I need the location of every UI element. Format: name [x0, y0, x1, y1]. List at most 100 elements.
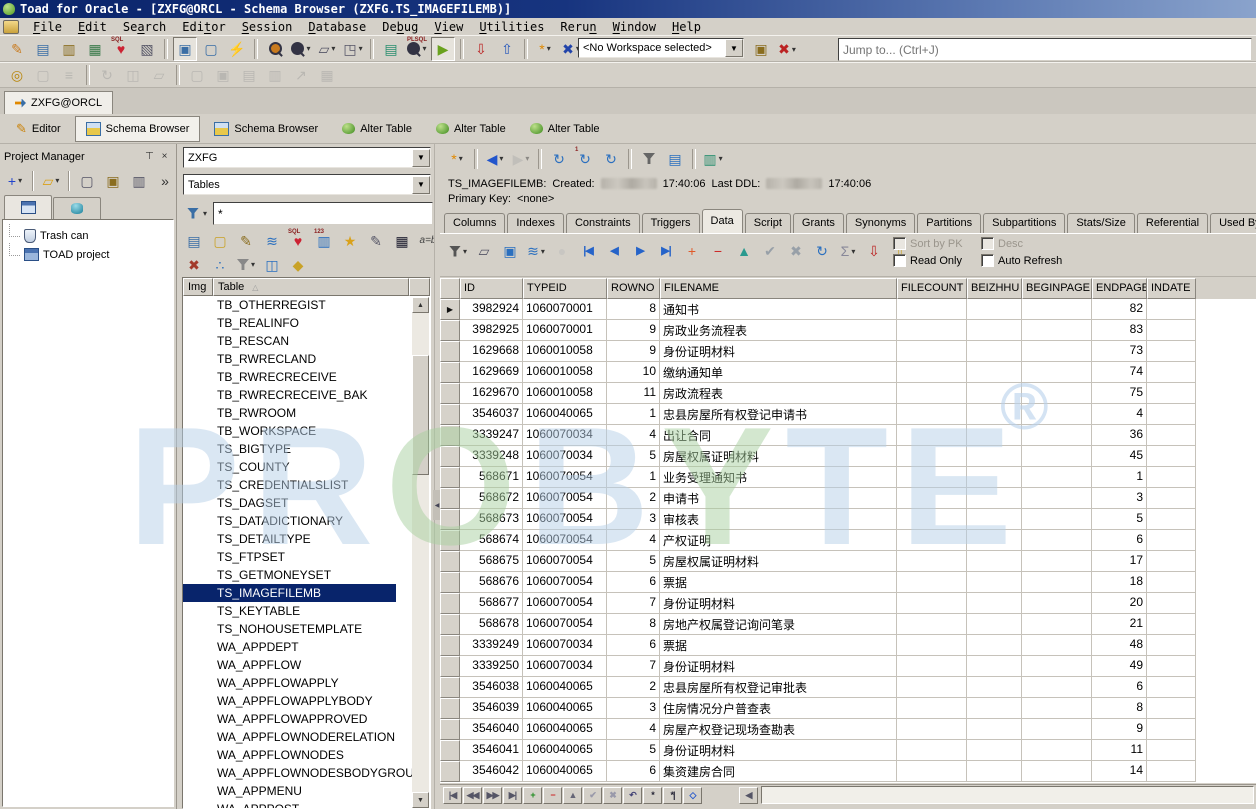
- row-marker-cell[interactable]: [440, 635, 460, 656]
- grid-cell-rowno[interactable]: 5: [607, 551, 660, 572]
- row-marker-cell[interactable]: [440, 719, 460, 740]
- row-marker-cell[interactable]: [440, 320, 460, 341]
- truncate-table-icon[interactable]: ✖: [182, 253, 206, 277]
- grid-cell-endpage[interactable]: 9: [1092, 719, 1147, 740]
- object-search-icon[interactable]: ▾: [289, 37, 313, 61]
- tab-data[interactable]: Data: [702, 209, 743, 233]
- more-buttons-chevron[interactable]: »: [153, 169, 177, 193]
- tab-used-by[interactable]: Used By: [1210, 213, 1256, 233]
- menu-item-edit[interactable]: Edit: [70, 19, 115, 35]
- list-item-tb_realinfo[interactable]: TB_REALINFO: [183, 314, 430, 332]
- grid-cell-indate[interactable]: [1147, 341, 1196, 362]
- list-item-ts_ftpset[interactable]: TS_FTPSET: [183, 548, 430, 566]
- row-marker-cell[interactable]: [440, 698, 460, 719]
- table-row[interactable]: 354604210600400656集资建房合同14: [440, 761, 1256, 782]
- rename-object-icon[interactable]: ✎: [364, 229, 388, 253]
- grid-cell-filename[interactable]: 出让合同: [660, 425, 897, 446]
- grid-cell-indate[interactable]: [1147, 719, 1196, 740]
- list-item-ts_keytable[interactable]: TS_KEYTABLE: [183, 602, 430, 620]
- grid-cell-rowno[interactable]: 3: [607, 698, 660, 719]
- grid-cell-filename[interactable]: 住房情况分户普查表: [660, 698, 897, 719]
- grid-cell-beginpage[interactable]: [1022, 761, 1092, 782]
- list-item-ts_dagset[interactable]: TS_DAGSET: [183, 494, 430, 512]
- grid-cell-endpage[interactable]: 74: [1092, 362, 1147, 383]
- grid-cell-rowno[interactable]: 6: [607, 761, 660, 782]
- grid-cell-filename[interactable]: 票据: [660, 572, 897, 593]
- row-marker-cell[interactable]: [440, 761, 460, 782]
- schema-combobox[interactable]: ZXFG ▼: [183, 147, 431, 168]
- connection-tab-zxfg[interactable]: ZXFG@ORCL: [4, 91, 113, 114]
- grid-cell-id[interactable]: 3982924: [460, 299, 523, 320]
- back-icon[interactable]: ◀▾: [483, 147, 507, 171]
- workspace-combobox[interactable]: <No Workspace selected> ▼: [578, 38, 744, 58]
- grid-cell-filename[interactable]: 忠县房屋所有权登记审批表: [660, 677, 897, 698]
- grid-cell-filename[interactable]: 集资建房合同: [660, 761, 897, 782]
- schema-browser-icon[interactable]: ▤: [31, 37, 55, 61]
- list-item-ts_bigtype[interactable]: TS_BIGTYPE: [183, 440, 430, 458]
- grid-cell-id[interactable]: 568674: [460, 530, 523, 551]
- row-marker-cell[interactable]: [440, 467, 460, 488]
- menu-item-search[interactable]: Search: [115, 19, 174, 35]
- prior-page-button[interactable]: ◀◀: [463, 787, 482, 804]
- grid-cell-filename[interactable]: 身份证明材料: [660, 656, 897, 677]
- grid-cell-beginpage[interactable]: [1022, 467, 1092, 488]
- grid-cell-filecount[interactable]: [897, 677, 967, 698]
- grid-cell-typeid[interactable]: 1060040065: [523, 404, 607, 425]
- grid-cell-beginpage[interactable]: [1022, 719, 1092, 740]
- workspace-save-icon[interactable]: ▣: [749, 37, 773, 61]
- menu-item-database[interactable]: Database: [300, 19, 374, 35]
- grid-cell-rowno[interactable]: 4: [607, 719, 660, 740]
- schema-dropdown-button[interactable]: ▼: [412, 149, 430, 167]
- sql-tracker-icon[interactable]: ♥SQL: [109, 37, 133, 61]
- grid-cell-beizhhu[interactable]: [967, 572, 1022, 593]
- grid-cell-beizhhu[interactable]: [967, 740, 1022, 761]
- save-file-icon[interactable]: ⇧: [495, 37, 519, 61]
- grid-cell-beginpage[interactable]: [1022, 635, 1092, 656]
- grid-cell-id[interactable]: 568675: [460, 551, 523, 572]
- tab-partitions[interactable]: Partitions: [917, 213, 981, 233]
- new-connection-icon[interactable]: *▾: [533, 37, 557, 61]
- row-marker-cell[interactable]: [440, 383, 460, 404]
- calculator-icon[interactable]: ▦: [390, 229, 414, 253]
- table-row[interactable]: 56867710600700547身份证明材料20: [440, 593, 1256, 614]
- row-numbers-icon[interactable]: ▥123: [312, 229, 336, 253]
- grid-cell-filename[interactable]: 审核表: [660, 509, 897, 530]
- next-page-button[interactable]: ▶▶: [483, 787, 502, 804]
- table-row[interactable]: 398292510600700019房政业务流程表83: [440, 320, 1256, 341]
- grid-cell-filename[interactable]: 票据: [660, 635, 897, 656]
- list-item-ts_datadictionary[interactable]: TS_DATADICTIONARY: [183, 512, 430, 530]
- grid-cell-endpage[interactable]: 6: [1092, 530, 1147, 551]
- grid-cell-beizhhu[interactable]: [967, 635, 1022, 656]
- tab-subpartitions[interactable]: Subpartitions: [983, 213, 1065, 233]
- copy-collection-icon-dropdown[interactable]: ▾: [331, 44, 335, 53]
- post-edit-icon[interactable]: ✔: [758, 239, 782, 263]
- tab-triggers[interactable]: Triggers: [642, 213, 700, 233]
- grid-cell-indate[interactable]: [1147, 761, 1196, 782]
- grid-cell-rowno[interactable]: 3: [607, 509, 660, 530]
- grid-cell-id[interactable]: 568676: [460, 572, 523, 593]
- grid-cell-indate[interactable]: [1147, 383, 1196, 404]
- table-row[interactable]: 354603910600400653住房情况分户普查表8: [440, 698, 1256, 719]
- list-item-tb_otherregist[interactable]: TB_OTHERREGIST: [183, 296, 430, 314]
- list-item-wa_appmenu[interactable]: WA_APPMENU: [183, 782, 430, 800]
- grid-cell-indate[interactable]: [1147, 698, 1196, 719]
- new-connection-icon-dropdown[interactable]: ▾: [547, 44, 551, 53]
- window-tab-alter-table-5[interactable]: Alter Table: [520, 117, 610, 141]
- execute-lightning-icon[interactable]: ⚡: [225, 37, 249, 61]
- grid-cell-endpage[interactable]: 73: [1092, 341, 1147, 362]
- grid-cell-beizhhu[interactable]: [967, 761, 1022, 782]
- grid-cell-filecount[interactable]: [897, 341, 967, 362]
- grid-cell-beizhhu[interactable]: [967, 362, 1022, 383]
- grid-cell-beginpage[interactable]: [1022, 488, 1092, 509]
- grid-cell-endpage[interactable]: 83: [1092, 320, 1147, 341]
- grid-cell-id[interactable]: 3339250: [460, 656, 523, 677]
- grid-cell-indate[interactable]: [1147, 299, 1196, 320]
- list-item-wa_apppost[interactable]: WA_APPPOST: [183, 800, 430, 809]
- grid-cell-typeid[interactable]: 1060070034: [523, 446, 607, 467]
- grid-cell-beizhhu[interactable]: [967, 509, 1022, 530]
- grid-cell-beginpage[interactable]: [1022, 740, 1092, 761]
- grid-cell-id[interactable]: 568673: [460, 509, 523, 530]
- grid-cell-id[interactable]: 3339247: [460, 425, 523, 446]
- tab-project-view[interactable]: [4, 195, 52, 219]
- jump-to-input[interactable]: [839, 39, 1251, 60]
